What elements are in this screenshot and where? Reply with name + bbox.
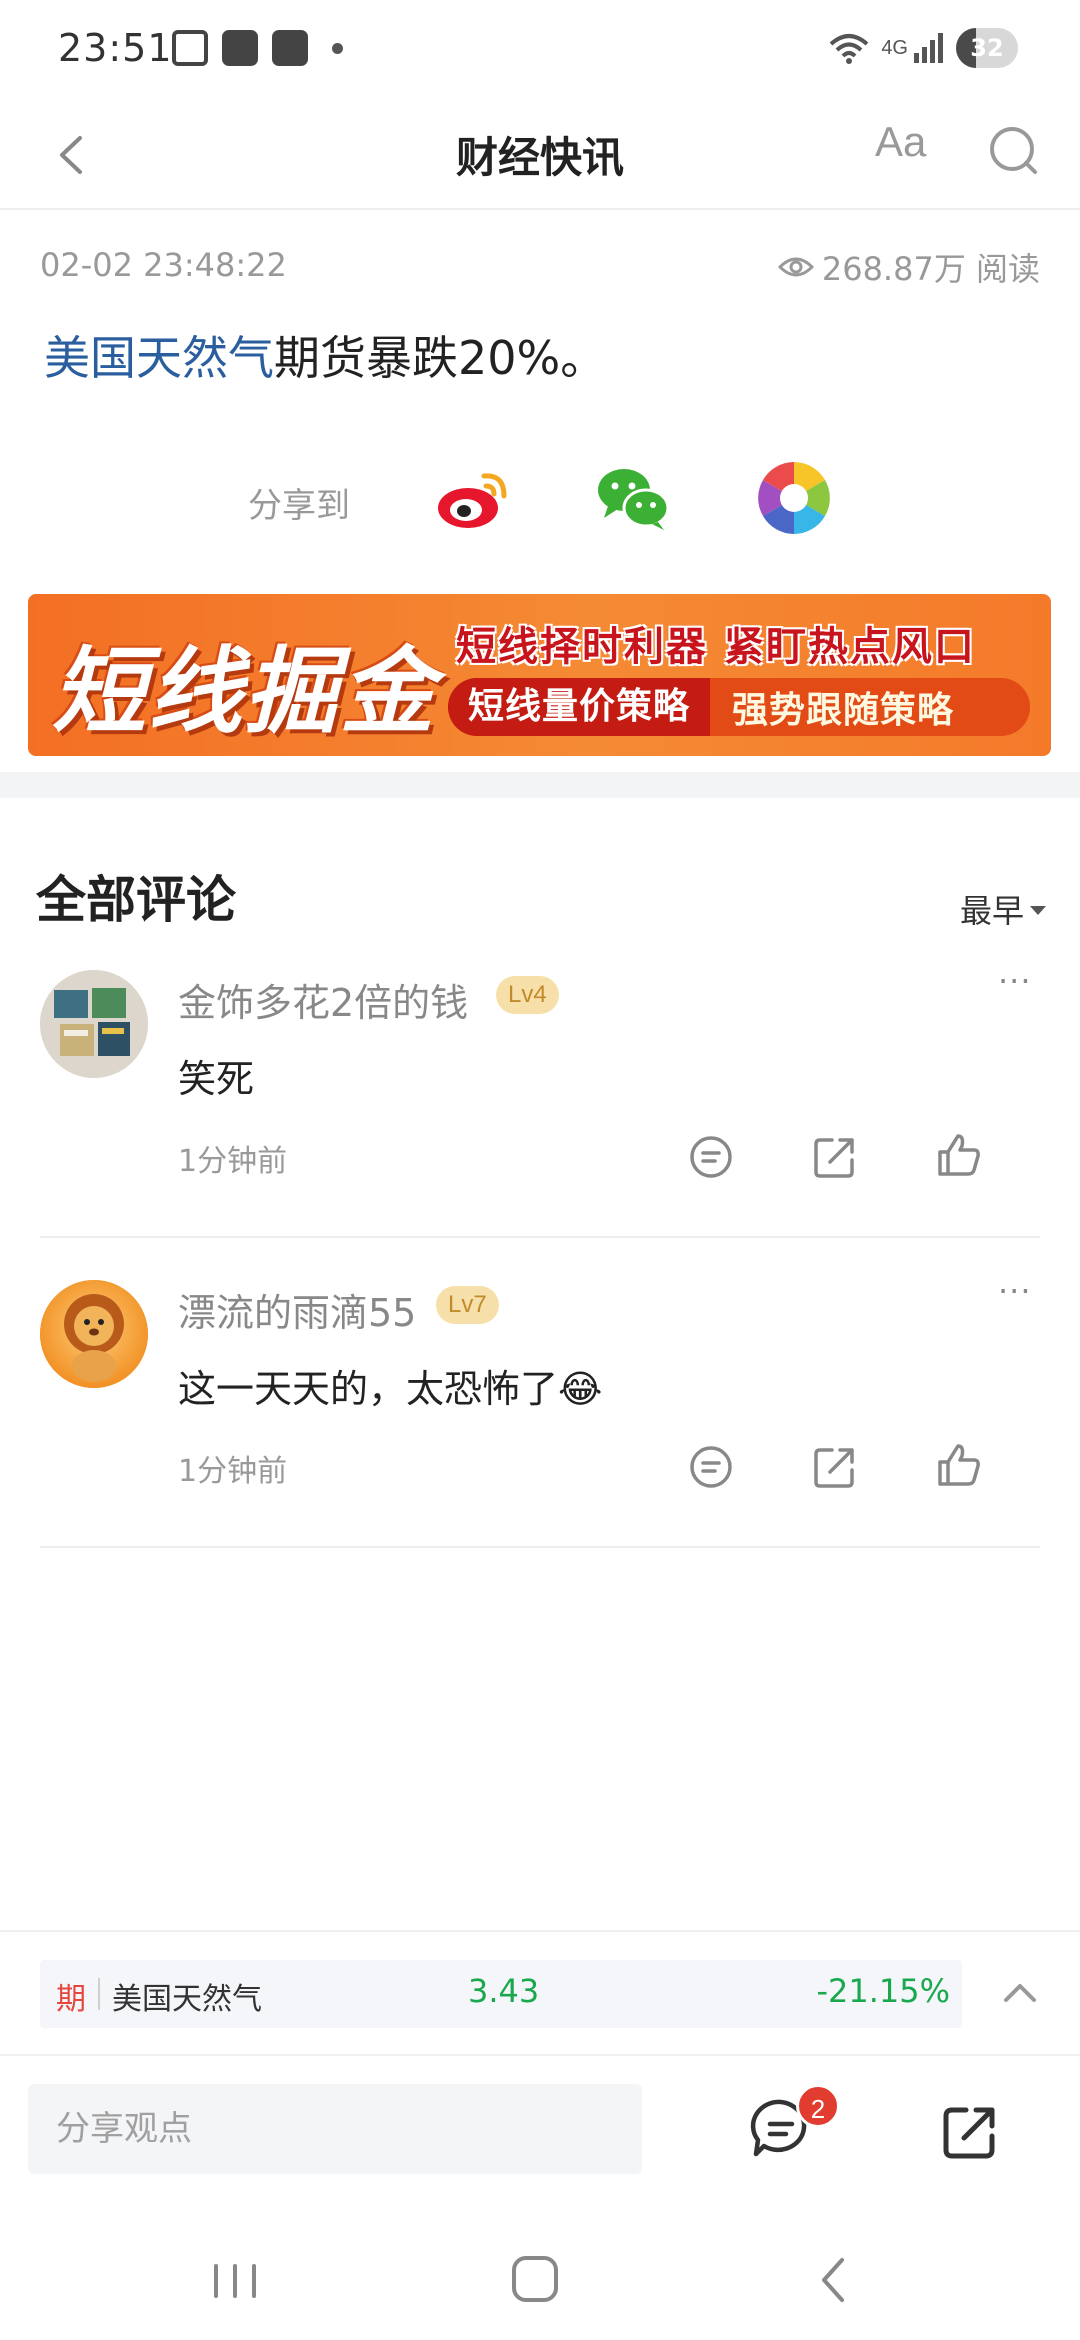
- headline-text: 期货暴跌20%。: [274, 331, 607, 385]
- quote-change: -21.15%: [816, 1972, 950, 2010]
- banner-tagline: 短线择时利器 紧盯热点风口: [456, 624, 976, 670]
- caret-down-icon: [1030, 905, 1046, 915]
- banner-main-title: 短线掘金: [52, 637, 437, 747]
- view-count: 268.87万 阅读: [777, 244, 1040, 290]
- comment-input[interactable]: [28, 2084, 642, 2174]
- banner-tag-momentum: 强势跟随策略: [732, 690, 955, 731]
- sort-dropdown[interactable]: 最早: [960, 886, 1046, 932]
- weibo-icon[interactable]: [434, 458, 514, 538]
- eye-icon: [777, 257, 814, 277]
- quote-name: 美国天然气: [112, 1982, 262, 2017]
- comment-text-body: 这一天天的，太恐怖了: [178, 1367, 559, 1411]
- input-separator: [0, 2054, 1080, 2056]
- related-quote-bar[interactable]: 期 美国天然气 3.43 -21.15%: [40, 1960, 962, 2028]
- font-size-button[interactable]: Aa: [875, 118, 926, 166]
- article-timestamp: 02-02 23:48:22: [40, 246, 287, 284]
- wifi-icon: [829, 34, 869, 64]
- comment-text: 这一天天的，太恐怖了😂: [178, 1358, 602, 1413]
- reply-icon[interactable]: [686, 1442, 736, 1492]
- comment-username[interactable]: 金饰多花2倍的钱: [178, 972, 468, 1027]
- battery-icon: 32: [956, 28, 1018, 68]
- signal-icon: [914, 33, 943, 63]
- like-thumbs-up-icon[interactable]: [934, 1130, 984, 1180]
- home-icon[interactable]: [500, 2250, 570, 2310]
- check-notification-icon: [272, 30, 308, 66]
- banner-tag-volume-price: 短线量价策略: [448, 678, 711, 736]
- avatar[interactable]: [40, 1280, 148, 1388]
- system-nav-bar: [0, 2220, 1080, 2340]
- share-label: 分享到: [248, 486, 350, 526]
- comment-divider: [40, 1546, 1040, 1548]
- quote-type-label: 期: [56, 1982, 86, 2017]
- app-header: 财经快讯 Aa: [0, 100, 1080, 210]
- comments-title: 全部评论: [36, 871, 236, 929]
- share-icon[interactable]: [940, 2102, 1000, 2162]
- comment-username[interactable]: 漂流的雨滴55: [178, 1282, 416, 1337]
- comment-time: 1分钟前: [178, 1144, 288, 1179]
- sort-label: 最早: [959, 892, 1024, 930]
- reply-icon[interactable]: [686, 1132, 736, 1182]
- share-out-icon[interactable]: [810, 1442, 860, 1492]
- back-nav-icon[interactable]: [800, 2250, 870, 2310]
- like-thumbs-up-icon[interactable]: [934, 1440, 984, 1490]
- comment-count-badge: 2: [796, 2084, 840, 2128]
- avatar[interactable]: [40, 970, 148, 1078]
- notification-icons: [172, 30, 343, 66]
- laughing-crying-emoji-icon: 😂: [558, 1367, 603, 1411]
- comment-time: 1分钟前: [178, 1454, 288, 1489]
- network-type: 4G: [881, 36, 908, 59]
- view-count-text: 268.87万 阅读: [821, 250, 1040, 288]
- chevron-up-icon[interactable]: [998, 1972, 1042, 2016]
- comment-divider: [40, 1236, 1040, 1238]
- status-time: 23:51: [58, 26, 173, 70]
- quote-price: 3.43: [468, 1972, 540, 2010]
- search-icon[interactable]: [985, 122, 1041, 178]
- status-bar: 23:51 4G 32: [0, 0, 1080, 100]
- quote-divider: [98, 1978, 100, 2010]
- moments-icon[interactable]: [754, 458, 834, 538]
- promo-banner[interactable]: 短线掘金 短线择时利器 紧盯热点风口 短线量价策略 强势跟随策略: [28, 594, 1051, 756]
- more-options-icon[interactable]: ···: [998, 962, 1032, 1000]
- article-headline: 美国天然气期货暴跌20%。: [44, 322, 606, 388]
- more-options-icon[interactable]: ···: [998, 1272, 1032, 1310]
- wechat-icon[interactable]: [594, 458, 674, 538]
- status-right: 4G 32: [827, 28, 1018, 68]
- section-divider: [0, 772, 1080, 798]
- share-out-icon[interactable]: [810, 1132, 860, 1182]
- books-avatar-image: [40, 970, 148, 1078]
- comment-text: 笑死: [178, 1057, 255, 1101]
- user-level-badge: Lv7: [436, 1286, 499, 1324]
- app-notification-icon: [222, 30, 258, 66]
- user-level-badge: Lv4: [496, 976, 559, 1014]
- banner-tags: 短线量价策略 强势跟随策略: [448, 678, 1030, 736]
- more-notifications-dot-icon: [332, 42, 343, 54]
- ticker-separator: [0, 1930, 1080, 1932]
- lion-avatar-image: [40, 1280, 148, 1388]
- battery-level: 32: [970, 34, 1004, 62]
- screenshot-icon: [172, 30, 208, 66]
- headline-stock-link[interactable]: 美国天然气: [44, 331, 274, 385]
- recent-apps-icon[interactable]: [200, 2250, 270, 2310]
